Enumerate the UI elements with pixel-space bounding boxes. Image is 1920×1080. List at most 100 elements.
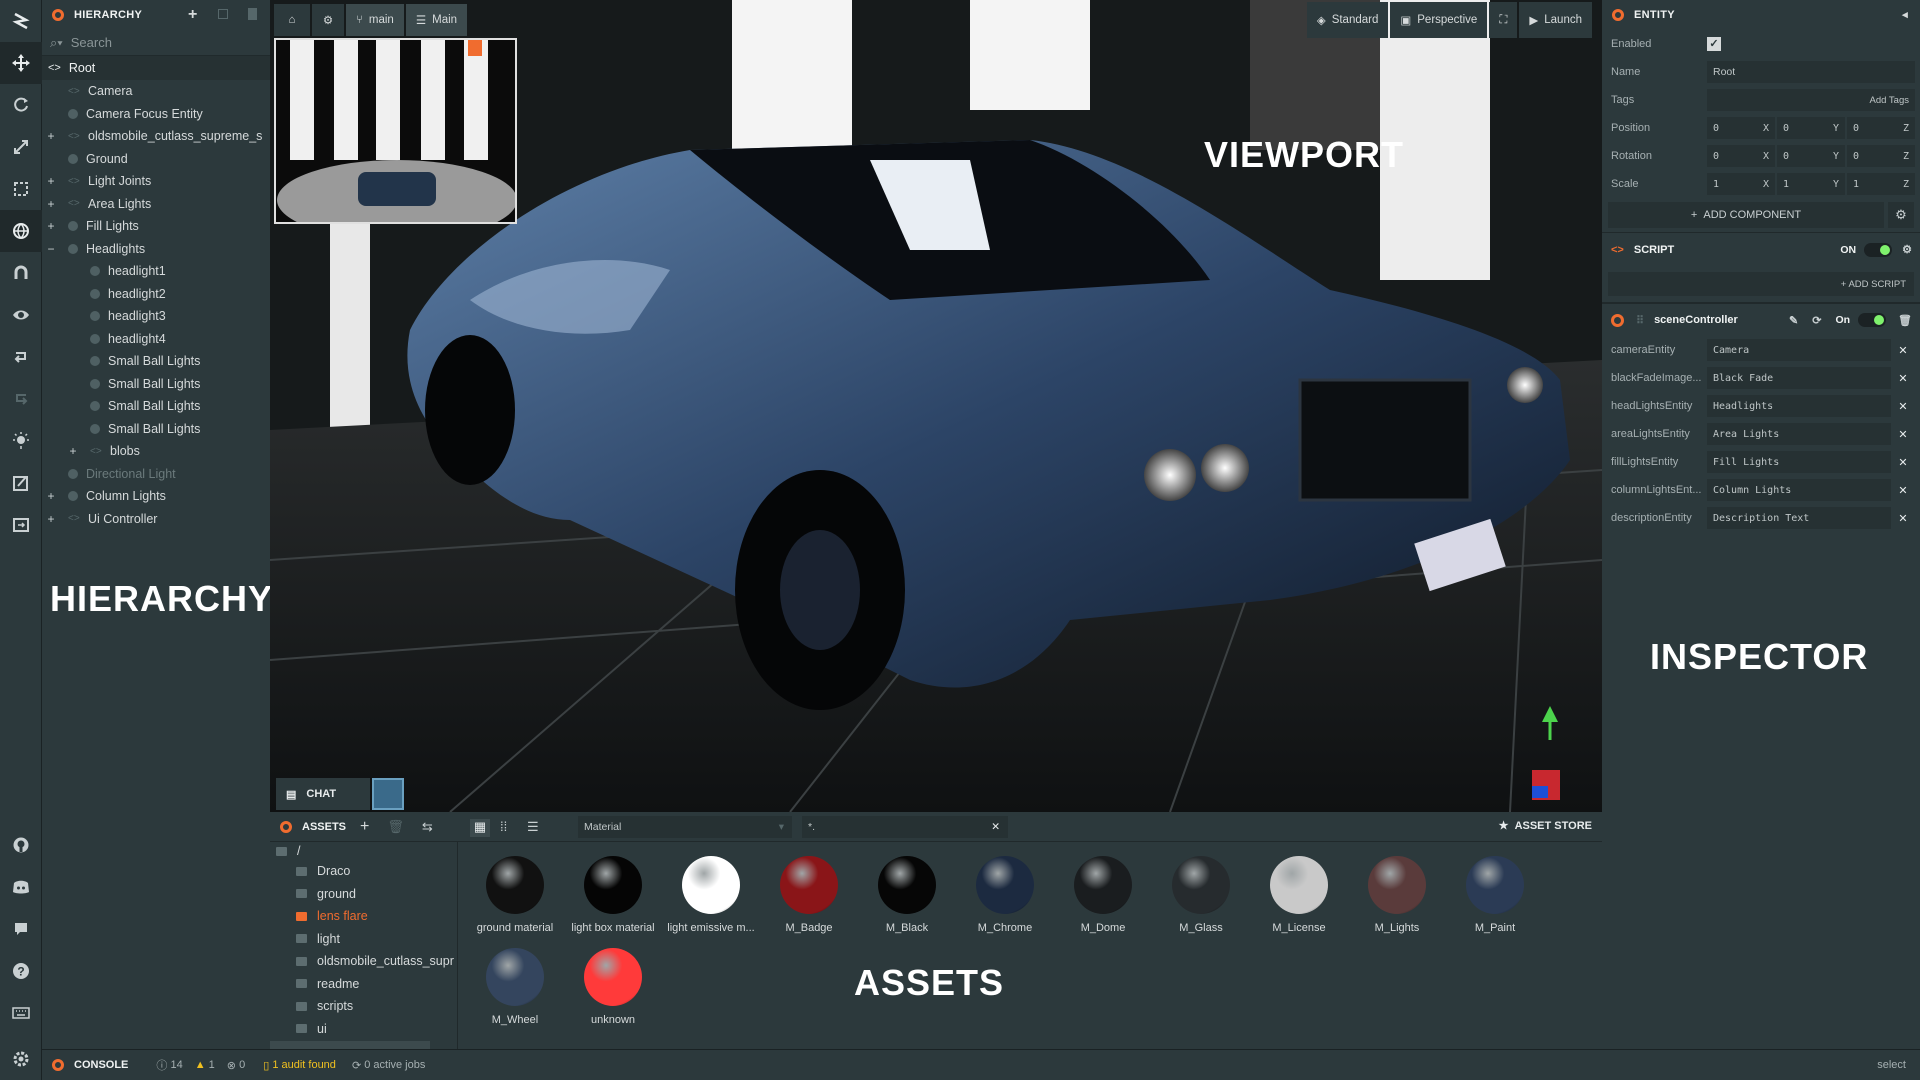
search-input[interactable]: Search: [71, 35, 112, 50]
asset-move-icon[interactable]: ⇆: [422, 819, 433, 835]
error-count[interactable]: 0: [239, 1059, 245, 1071]
add-asset-icon[interactable]: +: [360, 818, 369, 836]
user-avatar[interactable]: [372, 778, 404, 810]
asset-item[interactable]: M_Lights: [1348, 856, 1446, 934]
scale-y-field[interactable]: 1Y: [1777, 173, 1845, 195]
tree-item[interactable]: + <> Area Lights: [42, 193, 270, 216]
asset-item[interactable]: light emissive m...: [662, 856, 760, 934]
tree-item[interactable]: Camera Focus Entity: [42, 103, 270, 126]
tree-item[interactable]: headlight3: [42, 305, 270, 328]
attribute-entity-field[interactable]: Headlights: [1707, 395, 1891, 417]
add-component-button[interactable]: + ADD COMPONENT: [1608, 202, 1884, 228]
viewport[interactable]: ⌂ ⚙ ⑂ main ☰ Main ◈ Standard ▣ Perspective ⛶…: [270, 0, 1602, 812]
tree-item[interactable]: + <> oldsmobile_cutlass_supreme_s: [42, 125, 270, 148]
launch-button[interactable]: ▶ Launch: [1519, 2, 1592, 38]
discord-icon[interactable]: [0, 866, 42, 908]
attribute-entity-field[interactable]: Description Text: [1707, 507, 1891, 529]
attribute-entity-field[interactable]: Fill Lights: [1707, 451, 1891, 473]
position-z-field[interactable]: 0Z: [1847, 117, 1915, 139]
asset-item[interactable]: M_License: [1250, 856, 1348, 934]
clear-attribute-icon[interactable]: ✕: [1891, 484, 1915, 497]
audit-status[interactable]: 1 audit found: [272, 1059, 336, 1071]
list-view-icon[interactable]: ☰: [527, 819, 539, 835]
name-field[interactable]: Root: [1707, 61, 1915, 83]
branch-button[interactable]: ⑂ main: [346, 4, 404, 36]
tree-item[interactable]: + Fill Lights: [42, 215, 270, 238]
delete-asset-icon[interactable]: 🗑: [387, 819, 404, 835]
expand-icon[interactable]: +: [44, 129, 58, 143]
tree-item[interactable]: Small Ball Lights: [42, 373, 270, 396]
fullscreen-icon[interactable]: ⛶: [1489, 2, 1518, 38]
lightmapper-icon[interactable]: [0, 420, 42, 462]
script-settings-icon[interactable]: ⚙: [1902, 243, 1912, 256]
asset-search-input[interactable]: *. ✕: [802, 816, 1008, 838]
console-label[interactable]: CONSOLE: [74, 1059, 128, 1071]
clear-attribute-icon[interactable]: ✕: [1891, 428, 1915, 441]
expand-icon[interactable]: +: [44, 174, 58, 188]
tree-item[interactable]: headlight2: [42, 283, 270, 306]
expand-icon[interactable]: +: [44, 512, 58, 526]
code-editor-icon[interactable]: [0, 462, 42, 504]
scale-z-field[interactable]: 1Z: [1847, 173, 1915, 195]
tags-field[interactable]: Add Tags: [1707, 89, 1915, 111]
duplicate-entity-icon[interactable]: [218, 9, 228, 19]
tree-item[interactable]: headlight4: [42, 328, 270, 351]
add-entity-icon[interactable]: +: [188, 6, 198, 24]
world-space-icon[interactable]: [0, 210, 42, 252]
attribute-entity-field[interactable]: Column Lights: [1707, 479, 1891, 501]
tree-item[interactable]: Ground: [42, 148, 270, 171]
attribute-entity-field[interactable]: Black Fade: [1707, 367, 1891, 389]
horizontal-scrollbar[interactable]: [270, 1041, 430, 1049]
rotate-tool-icon[interactable]: [0, 84, 42, 126]
expand-icon[interactable]: +: [66, 444, 80, 458]
chevron-left-icon[interactable]: ◂: [1902, 8, 1908, 21]
rotation-y-field[interactable]: 0Y: [1777, 145, 1845, 167]
scene-button[interactable]: ☰ Main: [405, 4, 468, 36]
expand-icon[interactable]: +: [44, 489, 58, 503]
tree-item[interactable]: headlight1: [42, 260, 270, 283]
folder-item[interactable]: Draco: [270, 860, 457, 883]
publish-icon[interactable]: [0, 504, 42, 546]
asset-item[interactable]: M_Black: [858, 856, 956, 934]
tree-item[interactable]: + <> Ui Controller: [42, 508, 270, 531]
info-count[interactable]: 14: [170, 1059, 182, 1071]
tree-item[interactable]: − Headlights: [42, 238, 270, 261]
tree-item[interactable]: + <> blobs: [42, 440, 270, 463]
grid-large-view-icon[interactable]: ▦: [470, 819, 490, 837]
keyboard-icon[interactable]: [0, 992, 42, 1034]
clear-attribute-icon[interactable]: ✕: [1891, 512, 1915, 525]
hierarchy-search[interactable]: ⌕▾ Search: [42, 30, 270, 56]
rotation-z-field[interactable]: 0Z: [1847, 145, 1915, 167]
folder-item[interactable]: readme: [270, 973, 457, 996]
script-instance-toggle[interactable]: [1858, 313, 1887, 327]
grid-small-view-icon[interactable]: ⁞⁞: [500, 819, 507, 834]
asset-item[interactable]: M_Wheel: [466, 948, 564, 1026]
delete-script-icon[interactable]: 🗑: [1898, 314, 1912, 327]
attribute-entity-field[interactable]: Area Lights: [1707, 423, 1891, 445]
folder-item[interactable]: light: [270, 928, 457, 951]
viewport-settings-icon[interactable]: ⚙: [312, 4, 344, 36]
tree-item[interactable]: + <> Light Joints: [42, 170, 270, 193]
help-icon[interactable]: ?: [0, 950, 42, 992]
tree-item[interactable]: Small Ball Lights: [42, 350, 270, 373]
scale-x-field[interactable]: 1X: [1707, 173, 1775, 195]
tree-item[interactable]: Small Ball Lights: [42, 395, 270, 418]
github-icon[interactable]: [0, 824, 42, 866]
clear-search-icon[interactable]: ✕: [991, 821, 1000, 833]
add-script-button[interactable]: + ADD SCRIPT: [1608, 272, 1914, 296]
clear-attribute-icon[interactable]: ✕: [1891, 400, 1915, 413]
asset-item[interactable]: unknown: [564, 948, 662, 1026]
asset-item[interactable]: M_Chrome: [956, 856, 1054, 934]
script-collapse-icon[interactable]: [1611, 313, 1624, 327]
panel-collapse-icon[interactable]: [52, 9, 64, 21]
component-settings-icon[interactable]: ⚙: [1888, 202, 1914, 228]
logo-icon[interactable]: [0, 0, 42, 42]
rotation-x-field[interactable]: 0X: [1707, 145, 1775, 167]
home-icon[interactable]: ⌂: [274, 4, 310, 36]
asset-item[interactable]: light box material: [564, 856, 662, 934]
undo-icon[interactable]: [0, 336, 42, 378]
reload-script-icon[interactable]: ⟳: [1812, 314, 1821, 327]
folder-item[interactable]: ui: [270, 1018, 457, 1041]
chat-button[interactable]: ▤ CHAT: [276, 778, 370, 810]
tree-item[interactable]: <> Camera: [42, 80, 270, 103]
